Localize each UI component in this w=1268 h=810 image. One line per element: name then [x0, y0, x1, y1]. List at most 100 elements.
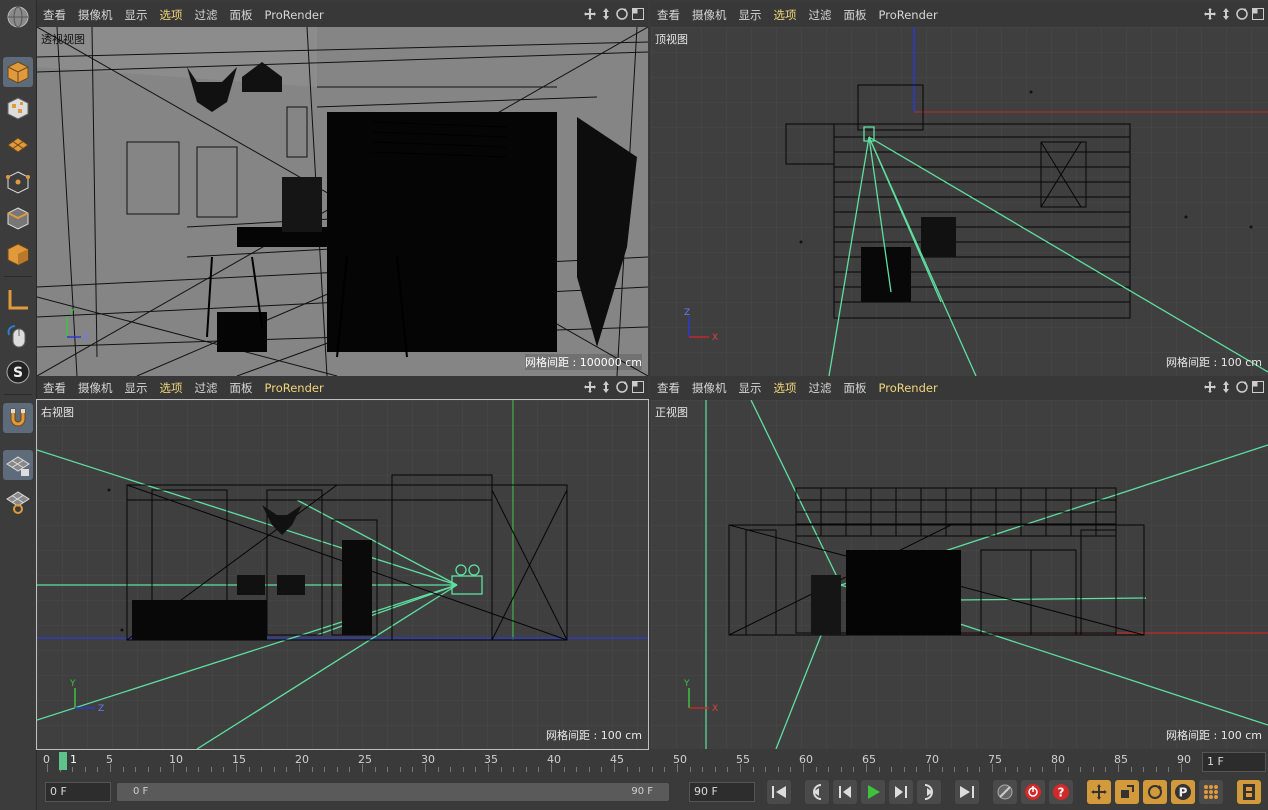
- edges-mode-icon[interactable]: [3, 167, 33, 197]
- menu-view[interactable]: 查看: [43, 7, 66, 23]
- timeline-tick-mark: [576, 767, 578, 772]
- timeline-tick-mark: [72, 767, 74, 772]
- front-wireframe-scene: Y X: [651, 400, 1268, 749]
- menu-panel[interactable]: 面板: [230, 380, 253, 396]
- object-mode-icon[interactable]: [3, 239, 33, 269]
- dolly-icon[interactable]: [599, 380, 613, 394]
- points-grid-icon[interactable]: [3, 130, 33, 160]
- polygons-mode-icon[interactable]: [3, 203, 33, 233]
- previous-key-icon[interactable]: [805, 780, 829, 804]
- rotate-view-icon[interactable]: [1235, 7, 1249, 21]
- dolly-icon[interactable]: [1219, 380, 1233, 394]
- key-pla-icon[interactable]: [1199, 780, 1223, 804]
- menu-prorender[interactable]: ProRender: [265, 8, 324, 22]
- magnet-icon[interactable]: [3, 403, 33, 433]
- key-rotation-icon[interactable]: [1143, 780, 1167, 804]
- pan-icon[interactable]: [583, 7, 597, 21]
- timeline-ruler[interactable]: 0 5 10 15 20 25 30 35 40 45 50 55 60 65 70 75 80 85 90 1 1…: [37, 750, 1268, 774]
- record-keyframe-icon[interactable]: [1021, 780, 1045, 804]
- menu-options[interactable]: 选项: [160, 7, 183, 23]
- model-mode-icon[interactable]: [3, 57, 33, 87]
- texture-mode-icon[interactable]: [3, 93, 33, 123]
- menu-prorender[interactable]: ProRender: [265, 381, 324, 395]
- menu-panel[interactable]: 面板: [844, 380, 867, 396]
- current-frame-field[interactable]: 1 F: [1202, 752, 1266, 772]
- rotate-view-icon[interactable]: [615, 7, 629, 21]
- viewport-label: 透视视图: [41, 33, 85, 46]
- frame-range-slider[interactable]: 0 F 90 F: [117, 783, 669, 801]
- menu-display[interactable]: 显示: [739, 7, 762, 23]
- menu-camera[interactable]: 摄像机: [78, 380, 113, 396]
- timeline-film-icon[interactable]: [1237, 780, 1261, 804]
- front-viewport[interactable]: 查看 摄像机 显示 选项 过滤 面板 ProRender Y X 正视图 网格间…: [651, 376, 1268, 749]
- maximize-view-icon[interactable]: [1251, 7, 1265, 21]
- maximize-view-icon[interactable]: [631, 7, 645, 21]
- right-canvas[interactable]: Y Z 右视图 网格间距 : 100 cm: [36, 399, 649, 750]
- menu-display[interactable]: 显示: [739, 380, 762, 396]
- perspective-canvas[interactable]: Y Z 透视视图 网格间距 : 100000 cm: [37, 27, 648, 376]
- timeline-tick-mark: [677, 764, 678, 772]
- next-key-icon[interactable]: [917, 780, 941, 804]
- pan-icon[interactable]: [1203, 7, 1217, 21]
- play-icon[interactable]: [861, 780, 885, 804]
- menu-filter[interactable]: 过滤: [195, 7, 218, 23]
- go-to-end-icon[interactable]: [955, 780, 979, 804]
- maximize-view-icon[interactable]: [631, 380, 645, 394]
- maximize-view-icon[interactable]: [1251, 380, 1265, 394]
- menu-view[interactable]: 查看: [43, 380, 66, 396]
- menu-prorender[interactable]: ProRender: [879, 8, 938, 22]
- menu-camera[interactable]: 摄像机: [78, 7, 113, 23]
- rotate-view-icon[interactable]: [615, 380, 629, 394]
- timeline-tick-label: 55: [736, 753, 750, 766]
- menu-options[interactable]: 选项: [774, 7, 797, 23]
- menu-panel[interactable]: 面板: [844, 7, 867, 23]
- menu-display[interactable]: 显示: [125, 380, 148, 396]
- workplane-rotate-icon[interactable]: [3, 487, 33, 517]
- menu-panel[interactable]: 面板: [230, 7, 253, 23]
- menu-camera[interactable]: 摄像机: [692, 380, 727, 396]
- timeline-tick-mark: [1004, 767, 1006, 772]
- menu-prorender[interactable]: ProRender: [879, 381, 938, 395]
- right-viewport[interactable]: 查看 摄像机 显示 选项 过滤 面板 ProRender Y Z 右视图 网格间…: [36, 376, 649, 750]
- pan-icon[interactable]: [1203, 380, 1217, 394]
- snap-s-icon[interactable]: S: [3, 357, 33, 387]
- key-scale-icon[interactable]: [1115, 780, 1139, 804]
- top-viewport[interactable]: 查看 摄像机 显示 选项 过滤 面板 ProRender Z X 顶视图 网格间…: [651, 3, 1268, 376]
- autokey-help-icon[interactable]: ?: [1049, 780, 1073, 804]
- front-canvas[interactable]: Y X 正视图 网格间距 : 100 cm: [651, 400, 1268, 749]
- timeline-tick-mark: [563, 767, 565, 772]
- rotate-view-icon[interactable]: [1235, 380, 1249, 394]
- end-frame-field[interactable]: 90 F: [689, 782, 755, 802]
- go-to-start-icon[interactable]: [767, 780, 791, 804]
- timeline-tick-mark: [147, 767, 149, 772]
- key-position-icon[interactable]: [1087, 780, 1111, 804]
- menu-view[interactable]: 查看: [657, 7, 680, 23]
- globe-icon[interactable]: [3, 2, 33, 32]
- timeline-tick-mark: [702, 767, 704, 772]
- dolly-icon[interactable]: [599, 7, 613, 21]
- timeline-tick-mark: [1067, 767, 1069, 772]
- menu-filter[interactable]: 过滤: [809, 380, 832, 396]
- key-parameter-icon[interactable]: P: [1171, 780, 1195, 804]
- menu-filter[interactable]: 过滤: [195, 380, 218, 396]
- menu-options[interactable]: 选项: [160, 380, 183, 396]
- next-frame-icon[interactable]: [889, 780, 913, 804]
- menu-display[interactable]: 显示: [125, 7, 148, 23]
- top-canvas[interactable]: Z X 顶视图 网格间距 : 100 cm: [651, 27, 1268, 376]
- axis-icon[interactable]: [3, 285, 33, 315]
- menu-filter[interactable]: 过滤: [809, 7, 832, 23]
- timeline-playhead[interactable]: [59, 752, 67, 770]
- start-frame-field[interactable]: 0 F: [45, 782, 111, 802]
- svg-text:?: ?: [1058, 786, 1065, 800]
- workplane-lock-icon[interactable]: [3, 450, 33, 480]
- dolly-icon[interactable]: [1219, 7, 1233, 21]
- motion-record-icon[interactable]: [993, 780, 1017, 804]
- tweak-mouse-icon[interactable]: [3, 321, 33, 351]
- timeline-tick-mark: [790, 767, 792, 772]
- previous-frame-icon[interactable]: [833, 780, 857, 804]
- perspective-viewport[interactable]: 查看 摄像机 显示 选项 过滤 面板 ProRender Y Z 透视视图 网格…: [37, 3, 648, 376]
- pan-icon[interactable]: [583, 380, 597, 394]
- menu-view[interactable]: 查看: [657, 380, 680, 396]
- menu-options[interactable]: 选项: [774, 380, 797, 396]
- menu-camera[interactable]: 摄像机: [692, 7, 727, 23]
